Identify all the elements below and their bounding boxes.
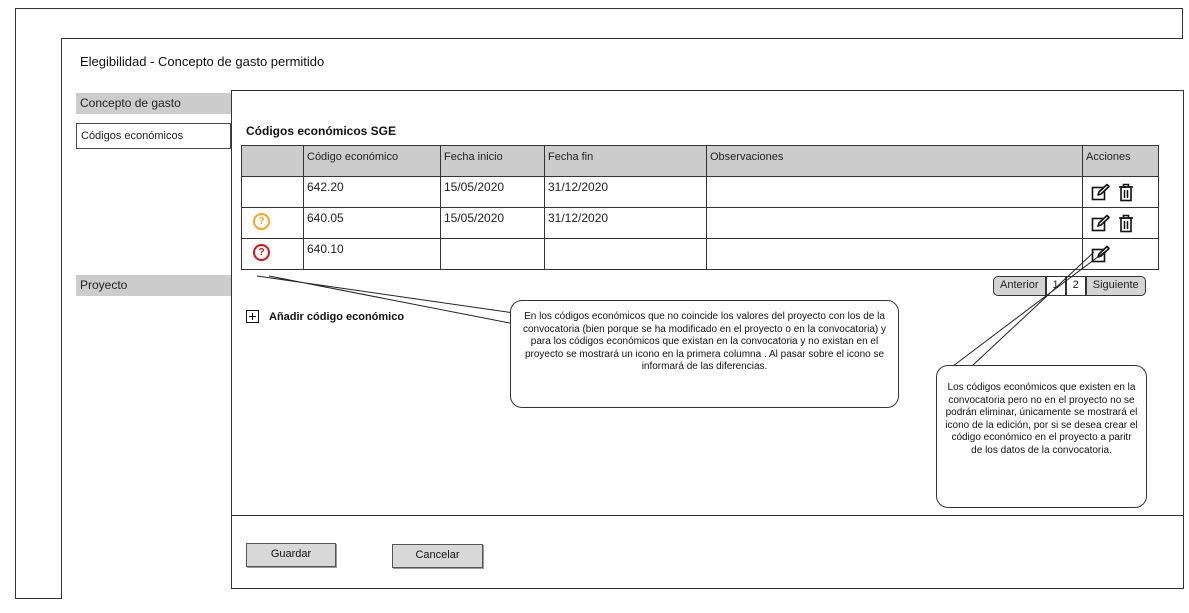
column-header-code[interactable]: Código económico	[303, 145, 441, 177]
notes-cell	[706, 176, 1083, 208]
plus-icon	[246, 310, 259, 323]
warning-status-icon[interactable]: ?	[253, 213, 270, 230]
notes-cell	[706, 238, 1083, 270]
end-date-cell: 31/12/2020	[544, 176, 707, 208]
column-header-notes[interactable]: Observaciones	[706, 145, 1083, 177]
column-header-start-date[interactable]: Fecha inicio	[440, 145, 545, 177]
callout-note-edit-only: Los códigos económicos que existen en la…	[936, 365, 1147, 508]
notes-cell	[706, 207, 1083, 239]
actions-cell	[1082, 207, 1159, 239]
status-cell	[241, 176, 304, 208]
end-date-cell: 31/12/2020	[544, 207, 707, 239]
column-header-status	[241, 145, 304, 177]
code-cell: 640.05	[303, 207, 441, 239]
edit-icon[interactable]	[1091, 245, 1110, 267]
pager-page-2[interactable]: 2	[1065, 276, 1086, 296]
add-code-label: Añadir código económico	[269, 310, 405, 323]
end-date-cell	[544, 238, 707, 270]
pagination: Anterior 1 2 Siguiente	[993, 276, 1146, 296]
code-cell: 642.20	[303, 176, 441, 208]
left-rail	[15, 38, 62, 599]
sidebar-item-codigos-economicos[interactable]: Códigos económicos	[76, 123, 231, 149]
section-title: Códigos económicos SGE	[246, 124, 397, 138]
trash-icon[interactable]	[1118, 214, 1134, 236]
column-header-actions: Acciones	[1082, 145, 1159, 177]
code-cell: 640.10	[303, 238, 441, 270]
table-row: 642.20 15/05/2020 31/12/2020	[241, 176, 1159, 208]
start-date-cell	[440, 238, 545, 270]
sidebar-item-proyecto[interactable]: Proyecto	[76, 275, 231, 296]
column-header-end-date[interactable]: Fecha fin	[544, 145, 707, 177]
edit-icon[interactable]	[1091, 214, 1110, 236]
top-bar	[15, 8, 1183, 39]
status-cell: ?	[241, 207, 304, 239]
sidebar-item-concepto-gasto[interactable]: Concepto de gasto	[76, 93, 231, 114]
pager-next-button[interactable]: Siguiente	[1085, 276, 1146, 296]
edit-icon[interactable]	[1091, 183, 1110, 205]
pager-previous-button[interactable]: Anterior	[993, 276, 1046, 296]
status-cell: ?	[241, 238, 304, 270]
pager-page-1[interactable]: 1	[1045, 276, 1066, 296]
footer-panel	[231, 515, 1184, 589]
error-status-icon[interactable]: ?	[253, 244, 270, 261]
start-date-cell: 15/05/2020	[440, 176, 545, 208]
save-button[interactable]: Guardar	[246, 543, 336, 567]
actions-cell	[1082, 176, 1159, 208]
trash-icon[interactable]	[1118, 183, 1134, 205]
callout-note-status-icon: En los códigos económicos que no coincid…	[510, 300, 899, 408]
table-row: ? 640.10	[241, 238, 1159, 270]
cancel-button[interactable]: Cancelar	[392, 544, 483, 568]
table-header-row: Código económico Fecha inicio Fecha fin …	[241, 145, 1159, 177]
table-row: ? 640.05 15/05/2020 31/12/2020	[241, 207, 1159, 239]
start-date-cell: 15/05/2020	[440, 207, 545, 239]
codes-table: Código económico Fecha inicio Fecha fin …	[241, 145, 1159, 270]
actions-cell	[1082, 238, 1159, 270]
page-title: Elegibilidad - Concepto de gasto permiti…	[80, 54, 325, 69]
add-code-button[interactable]: Añadir código económico	[246, 310, 404, 323]
